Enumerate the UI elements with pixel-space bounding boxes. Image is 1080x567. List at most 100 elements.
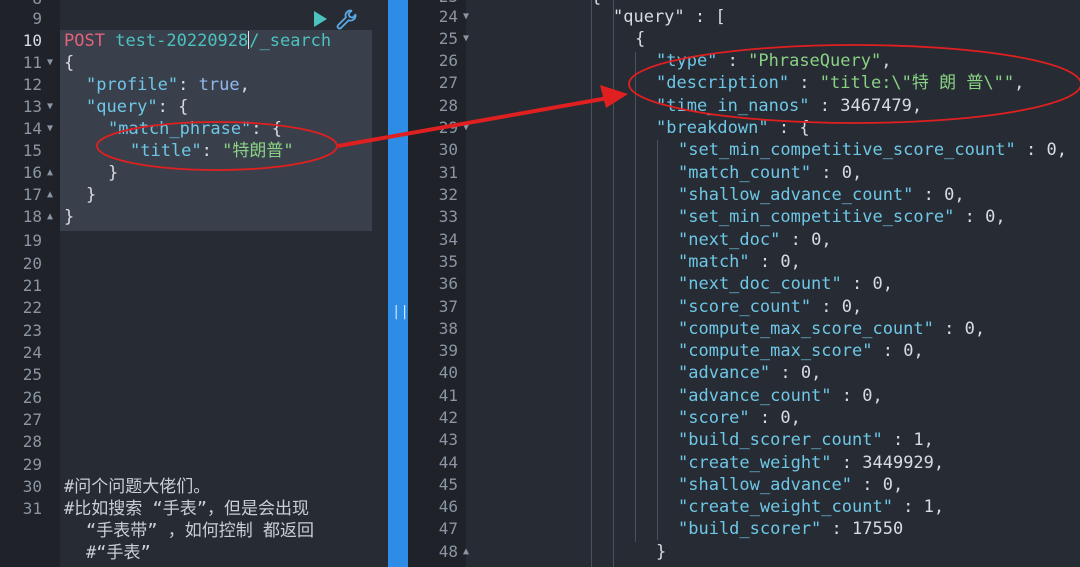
line-number: 32 — [438, 185, 458, 204]
brace[interactable]: { — [635, 28, 645, 50]
code-line[interactable]: "score" : 0, — [678, 407, 801, 429]
code-line[interactable]: "breakdown" : { — [656, 117, 810, 139]
fold-toggle[interactable]: ▼ — [463, 28, 473, 50]
json-key: "create_weight_count" — [678, 497, 893, 517]
code-line[interactable]: } — [108, 162, 118, 184]
pane-resizer[interactable] — [388, 0, 408, 567]
line-number: 25 — [438, 29, 458, 48]
fold-toggle[interactable]: ▲ — [45, 184, 55, 206]
code-line[interactable]: "query": { — [86, 96, 188, 118]
comment-line[interactable]: #问个问题大佬们。 — [64, 476, 210, 498]
json-key: "match_count" — [678, 163, 812, 183]
code-line[interactable]: "score_count" : 0, — [678, 296, 862, 318]
code-line[interactable]: "next_doc" : 0, — [678, 229, 832, 251]
line-number: 25 — [22, 365, 42, 384]
line-number: 27 — [438, 73, 458, 92]
json-key: "compute_max_score" — [678, 341, 873, 361]
code-line[interactable]: "create_weight" : 3449929, — [678, 452, 944, 474]
json-comma: , — [913, 341, 924, 361]
wrench-icon[interactable] — [335, 8, 359, 32]
code-line[interactable]: "set_min_competitive_score_count" : 0, — [678, 139, 1067, 161]
fold-toggle[interactable]: ▼ — [463, 6, 473, 28]
line-number: 29 — [438, 118, 458, 137]
code-line[interactable]: } — [64, 206, 74, 228]
json-value: "特朗普" — [222, 141, 294, 161]
request-line[interactable]: POST test-20220928/_search — [64, 30, 331, 52]
request-editor[interactable]: 8 9 10 11 12 13 14 15 16 17 18 19 20 21 … — [0, 0, 388, 567]
code-line: { — [591, 0, 601, 8]
fold-toggle[interactable]: ▲ — [45, 162, 55, 184]
json-comma: , — [881, 51, 892, 71]
line-number: 19 — [22, 231, 42, 250]
json-comma: , — [911, 96, 923, 116]
response-viewer[interactable]: 23 { 24 25 26 27 28 29 30 31 32 33 34 35… — [408, 0, 1080, 567]
fold-toggle[interactable]: ▼ — [45, 118, 55, 140]
code-line[interactable]: { — [64, 52, 74, 74]
code-line[interactable]: "build_scorer_count" : 1, — [678, 429, 934, 451]
json-key: "next_doc" — [678, 230, 781, 250]
json-comma: , — [933, 453, 945, 473]
comment-line-wrap[interactable]: “手表带” ，如何控制 都返回 — [86, 520, 314, 542]
code-line[interactable]: "next_doc_count" : 0, — [678, 273, 893, 295]
line-number: 9 — [32, 9, 42, 28]
code-line[interactable]: "match_count" : 0, — [678, 162, 862, 184]
json-key[interactable]: "query" : [ — [613, 6, 726, 28]
code-line[interactable]: "build_scorer" : 17550 — [678, 518, 903, 540]
json-key: "description" — [656, 73, 790, 93]
code-line[interactable]: "set_min_competitive_score" : 0, — [678, 206, 1006, 228]
code-line[interactable]: "title": "特朗普" — [130, 140, 294, 162]
code-line[interactable]: "type" : "PhraseQuery", — [656, 50, 891, 72]
json-key: "profile" — [86, 75, 179, 95]
comment-line-wrap[interactable]: #“手表” — [86, 542, 151, 564]
code-line[interactable]: "shallow_advance_count" : 0, — [678, 184, 965, 206]
json-key: "query" — [86, 97, 158, 117]
code-line[interactable]: "match_phrase": { — [108, 118, 282, 140]
json-value: 1 — [923, 497, 934, 517]
json-value: 0 — [800, 363, 812, 383]
fold-toggle[interactable]: ▲ — [45, 206, 55, 228]
line-number-current: 10 — [22, 31, 42, 50]
fold-toggle[interactable]: ▲ — [463, 541, 473, 563]
brace[interactable]: } — [656, 541, 666, 563]
line-number: 16 — [22, 163, 42, 182]
code-line[interactable]: "advance_count" : 0, — [678, 385, 883, 407]
code-line[interactable]: "profile": true, — [86, 74, 250, 96]
code-line[interactable]: "compute_max_score_count" : 0, — [678, 318, 985, 340]
line-number: 43 — [438, 430, 458, 449]
json-comma: , — [239, 75, 250, 95]
json-sep: : — [251, 119, 272, 139]
line-number: 48 — [438, 542, 458, 561]
code-line[interactable]: "compute_max_score" : 0, — [678, 340, 924, 362]
json-comma: , — [1056, 140, 1067, 160]
json-value: 0 — [780, 408, 791, 428]
json-sep: : — [157, 97, 179, 117]
json-value: "title:\"特 朗 普\"" — [819, 73, 1015, 93]
fold-toggle[interactable]: ▼ — [45, 52, 55, 74]
code-line[interactable]: "create_weight_count" : 1, — [678, 496, 944, 518]
json-value: 0 — [1046, 140, 1057, 160]
line-number: 18 — [22, 207, 42, 226]
code-line[interactable]: "description" : "title:\"特 朗 普\"", — [656, 72, 1024, 94]
play-icon[interactable] — [311, 10, 329, 28]
code-line[interactable]: "match" : 0, — [678, 251, 801, 273]
json-key: "set_min_competitive_score_count" — [678, 140, 1016, 160]
comment-line[interactable]: #比如搜索 “手表”，但是会出现 — [64, 498, 309, 520]
line-number: 29 — [22, 455, 42, 474]
code-line[interactable]: "time_in_nanos" : 3467479, — [656, 95, 922, 117]
line-number: 27 — [22, 410, 42, 429]
json-value: 0 — [780, 252, 791, 272]
brace: } — [86, 185, 97, 205]
line-number: 22 — [22, 298, 42, 317]
json-key: "time_in_nanos" — [656, 96, 810, 116]
json-value: 0 — [882, 475, 893, 495]
code-line[interactable]: } — [86, 184, 96, 206]
fold-toggle[interactable]: ▼ — [463, 117, 473, 139]
resize-grip-icon[interactable]: || — [392, 300, 409, 324]
json-key: "build_scorer_count" — [678, 430, 883, 450]
indent-guide — [591, 0, 592, 567]
line-number: 26 — [438, 51, 458, 70]
code-line[interactable]: "shallow_advance" : 0, — [678, 474, 903, 496]
code-line[interactable]: "advance" : 0, — [678, 362, 821, 384]
fold-toggle[interactable]: ▼ — [45, 96, 55, 118]
line-number: 35 — [438, 252, 458, 271]
